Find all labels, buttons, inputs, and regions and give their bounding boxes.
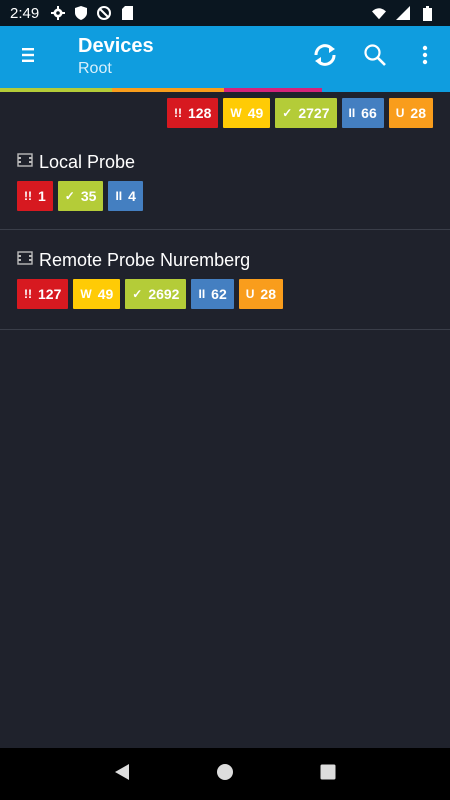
warning-symbol: W	[80, 287, 92, 301]
page-subtitle: Root	[78, 60, 112, 77]
device-icon	[17, 153, 33, 172]
search-button[interactable]	[350, 26, 400, 88]
device-paused-badge[interactable]: II 4	[108, 181, 143, 211]
device-down-badge[interactable]: !! 1	[17, 181, 53, 211]
device-up-count: 35	[80, 188, 97, 204]
total-paused-badge[interactable]: II 66	[341, 98, 384, 128]
device-down-count: 127	[38, 286, 62, 302]
device-icon	[17, 251, 33, 270]
system-nav-bar	[0, 748, 450, 800]
total-warning-count: 49	[247, 105, 264, 121]
device-unusual-badge[interactable]: U 28	[238, 279, 283, 309]
total-unusual-count: 28	[410, 105, 426, 121]
down-symbol: !!	[24, 287, 32, 301]
app-bar: Devices Root	[0, 26, 450, 88]
total-down-badge[interactable]: !! 128	[167, 98, 219, 128]
strip-segment-rest	[322, 88, 450, 92]
device-row-remote-probe-nuremberg[interactable]: Remote Probe Nuremberg !! 127 W 49 ✓ 269…	[0, 230, 450, 330]
battery-icon	[420, 5, 434, 21]
refresh-button[interactable]	[300, 26, 350, 88]
gear-icon	[51, 6, 66, 20]
device-up-badge[interactable]: ✓ 35	[57, 181, 104, 211]
status-color-strip	[0, 88, 450, 92]
shield-icon	[74, 6, 88, 20]
back-icon[interactable]	[113, 763, 131, 786]
home-icon[interactable]	[216, 763, 234, 786]
strip-segment-pink	[224, 88, 322, 92]
totals-bar: !! 128 W 49 ✓ 2727 II 66 U 28	[0, 92, 450, 132]
total-down-count: 128	[188, 105, 212, 121]
down-symbol: !!	[24, 189, 32, 203]
device-down-badge[interactable]: !! 127	[17, 279, 69, 309]
title-block: Devices Root	[56, 34, 300, 80]
signal-icon	[396, 6, 410, 20]
device-up-badge[interactable]: ✓ 2692	[125, 279, 187, 309]
up-symbol: ✓	[64, 189, 75, 203]
device-warning-count: 49	[97, 286, 114, 302]
device-unusual-count: 28	[260, 286, 276, 302]
device-paused-count: 4	[128, 188, 136, 204]
device-name: Remote Probe Nuremberg	[39, 250, 251, 270]
status-time: 2:49	[10, 4, 40, 22]
device-paused-badge[interactable]: II 62	[191, 279, 234, 309]
total-warning-badge[interactable]: W 49	[223, 98, 271, 128]
menu-button[interactable]	[0, 26, 56, 88]
device-down-count: 1	[38, 188, 46, 204]
paused-symbol: II	[198, 287, 206, 301]
sd-card-icon	[120, 6, 134, 20]
refresh-icon	[312, 43, 338, 71]
down-symbol: !!	[174, 106, 183, 120]
up-symbol: ✓	[132, 287, 143, 301]
do-not-disturb-icon	[97, 6, 112, 20]
menu-icon	[22, 47, 34, 68]
page-title: Devices	[78, 35, 154, 57]
total-up-count: 2727	[298, 105, 330, 121]
status-bar: 2:49	[0, 0, 450, 26]
total-unusual-badge[interactable]: U 28	[388, 98, 433, 128]
warning-symbol: W	[230, 106, 242, 120]
wifi-icon	[372, 6, 386, 20]
more-vert-icon	[422, 45, 428, 70]
recents-icon[interactable]	[319, 763, 337, 786]
strip-segment-orange	[112, 88, 224, 92]
paused-symbol: II	[115, 189, 123, 203]
device-paused-count: 62	[211, 286, 227, 302]
paused-symbol: II	[348, 106, 356, 120]
search-icon	[363, 43, 387, 72]
up-symbol: ✓	[282, 106, 293, 120]
device-name: Local Probe	[39, 152, 136, 172]
unusual-symbol: U	[395, 106, 405, 120]
device-row-local-probe[interactable]: Local Probe !! 1 ✓ 35 II 4	[0, 132, 450, 230]
more-options-button[interactable]	[400, 26, 450, 88]
device-warning-badge[interactable]: W 49	[73, 279, 121, 309]
total-up-badge[interactable]: ✓ 2727	[275, 98, 337, 128]
device-up-count: 2692	[148, 286, 180, 302]
total-paused-count: 66	[361, 105, 377, 121]
strip-segment-green	[0, 88, 112, 92]
device-badges: !! 1 ✓ 35 II 4	[17, 173, 433, 233]
unusual-symbol: U	[245, 287, 255, 301]
device-badges: !! 127 W 49 ✓ 2692 II 62 U 28	[17, 271, 433, 331]
